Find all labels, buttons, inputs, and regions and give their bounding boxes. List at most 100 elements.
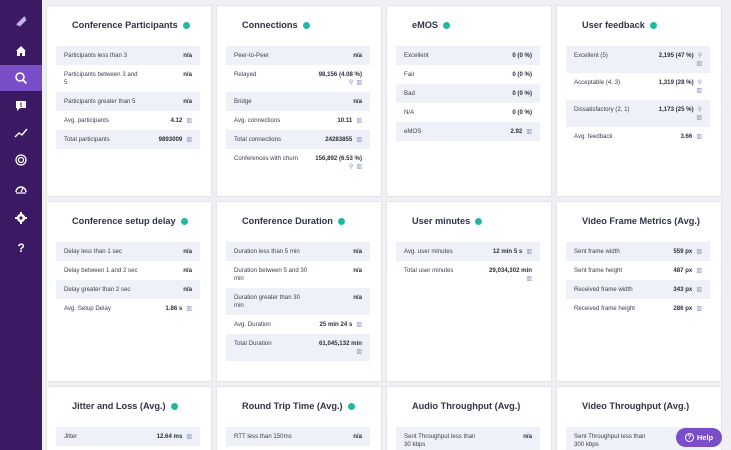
metric-row: Received frame width 343 px ▥: [566, 280, 710, 299]
help-button-label: Help: [696, 433, 714, 442]
analytics-icon[interactable]: [0, 65, 42, 91]
chart-icon[interactable]: ▥: [186, 136, 192, 144]
metric-row: Bridge n/a: [226, 92, 370, 111]
chart-icon[interactable]: ▥: [696, 133, 702, 141]
chart-icon[interactable]: ▥: [696, 114, 702, 122]
chart-icon[interactable]: ▥: [696, 60, 702, 68]
metric-list: Avg. user minutes 12 min 5 s ▥ Total user …: [396, 242, 540, 288]
card-connections: Connections Peer-to-Peer n/a Relayed 98,15…: [216, 5, 382, 197]
info-icon[interactable]: [180, 217, 188, 225]
metric-row: eMOS 2.92 ▥: [396, 122, 540, 141]
card-title: Conference Participants: [47, 20, 211, 30]
chart-icon[interactable]: ▥: [526, 128, 532, 136]
metric-row: Participants between 3 and 5 n/a: [64, 71, 192, 86]
card-jitter-and-loss: Jitter and Loss (Avg.) Jitter 12.64 ms ▥: [46, 386, 212, 450]
help-question-icon[interactable]: ?: [0, 234, 42, 260]
chart-icon[interactable]: ▥: [356, 79, 362, 87]
home-icon[interactable]: [0, 38, 42, 64]
metric-row: Duration less than 5 min n/a: [226, 242, 370, 261]
metric-row: Duration greater than 30 min n/a: [226, 288, 370, 315]
chart-icon[interactable]: ▥: [526, 275, 532, 283]
metric-list: Duration less than 5 min n/a Duration bet…: [226, 242, 370, 361]
chart-icon[interactable]: ▥: [696, 286, 702, 294]
metric-row: Duration between 5 and 30 min n/a: [234, 267, 362, 282]
trend-icon[interactable]: [0, 120, 42, 146]
gauge-icon[interactable]: [0, 176, 42, 202]
search-icon[interactable]: ⚲: [698, 79, 702, 87]
metric-row: Total participants 9893009 ▥: [56, 130, 200, 149]
metric-row: Conferences with churn 156,892 (6.53 %) ⚲ ▥: [234, 155, 362, 171]
metric-row: RTT less than 150ms n/a: [226, 427, 370, 446]
card-video-frame-metrics: Video Frame Metrics (Avg.) Sent frame wi…: [556, 201, 722, 382]
metric-row: Peer-to-Peer n/a: [226, 46, 370, 65]
help-button[interactable]: ? Help: [676, 428, 722, 447]
card-title: Audio Throughput (Avg.): [412, 401, 521, 411]
metric-row: Received frame height 286 px ▥: [574, 305, 702, 313]
metric-list: RTT less than 150ms n/a: [226, 427, 370, 446]
search-icon[interactable]: ⚲: [698, 52, 702, 60]
card-title: Conference setup delay: [47, 216, 211, 226]
card-title: Video Frame Metrics (Avg.): [582, 216, 700, 226]
chart-icon[interactable]: ▥: [356, 163, 362, 171]
metric-row: Relayed 98,156 (4.08 %) ⚲ ▥: [234, 71, 362, 87]
metric-row: Avg. Duration 25 min 24 s ▥: [234, 321, 362, 329]
settings-icon[interactable]: [0, 205, 42, 231]
info-icon[interactable]: [443, 21, 451, 29]
search-icon[interactable]: ⚲: [349, 79, 353, 87]
metric-row: Delay less than 1 sec n/a: [56, 242, 200, 261]
card-audio-throughput: Audio Throughput (Avg.) Sent Throughput …: [386, 386, 552, 450]
metric-row: Delay greater than 2 sec n/a: [56, 280, 200, 299]
logo-icon[interactable]: [0, 8, 42, 34]
metric-row: N/A 0 (0 %): [404, 109, 532, 116]
info-icon[interactable]: [475, 217, 483, 225]
metric-row: Excellent 0 (0 %): [396, 46, 540, 65]
info-icon[interactable]: [302, 21, 310, 29]
metric-list: Peer-to-Peer n/a Relayed 98,156 (4.08 %) ⚲ ▥…: [226, 46, 370, 176]
card-title: Conference Duration: [217, 216, 381, 226]
card-user-minutes: User minutes Avg. user minutes 12 min 5 s…: [386, 201, 552, 382]
metric-list: Participants less than 3 n/a Participants…: [56, 46, 200, 149]
svg-text:?: ?: [18, 241, 25, 254]
fingerprint-icon[interactable]: [0, 147, 42, 173]
info-icon[interactable]: [182, 21, 190, 29]
chart-icon[interactable]: ▥: [186, 433, 192, 441]
metric-row: Acceptable (4, 3) 1,319 (28 %) ⚲ ▥: [574, 79, 702, 95]
chart-icon[interactable]: ▥: [356, 348, 362, 356]
chart-icon[interactable]: ▥: [696, 248, 702, 256]
question-circle-icon: ?: [684, 433, 694, 442]
chart-icon[interactable]: ▥: [186, 305, 192, 313]
card-user-feedback: User feedback Excellent (5) 2,195 (47 %) ⚲…: [556, 5, 722, 197]
metric-row: Delay between 1 and 2 sec n/a: [64, 267, 192, 274]
chart-icon[interactable]: ▥: [696, 305, 702, 313]
search-icon[interactable]: ⚲: [349, 163, 353, 171]
card-title: Jitter and Loss (Avg.): [47, 401, 211, 411]
card-round-trip-time: Round Trip Time (Avg.) RTT less than 150…: [216, 386, 382, 450]
metric-row: Participants greater than 5 n/a: [56, 92, 200, 111]
chart-icon[interactable]: ▥: [696, 87, 702, 95]
metric-list: Delay less than 1 sec n/a Delay between 1…: [56, 242, 200, 318]
info-icon[interactable]: [649, 21, 657, 29]
chart-icon[interactable]: ▥: [526, 248, 532, 256]
feedback-icon[interactable]: [0, 93, 42, 119]
chart-icon[interactable]: ▥: [186, 117, 192, 125]
chart-icon[interactable]: ▥: [356, 136, 362, 144]
chart-icon[interactable]: ▥: [696, 267, 702, 275]
metric-row: Dissatisfactory (2, 1) 1,173 (25 %) ⚲ ▥: [566, 100, 710, 127]
info-icon[interactable]: [170, 402, 178, 410]
info-icon[interactable]: [347, 402, 355, 410]
metric-row: Total connections 24283855 ▥: [226, 130, 370, 149]
metric-row: Avg. Setup Delay 1.86 s ▥: [64, 305, 192, 313]
metric-row: Avg. connections 10.11 ▥: [234, 117, 362, 125]
metric-row: Sent frame width 559 px ▥: [566, 242, 710, 261]
info-icon[interactable]: [337, 217, 345, 225]
chart-icon[interactable]: ▥: [356, 321, 362, 329]
metric-row: Avg. participants 4.12 ▥: [64, 117, 192, 125]
card-conference-setup-delay: Conference setup delay Delay less than 1…: [46, 201, 212, 382]
card-conference-duration: Conference Duration Duration less than 5…: [216, 201, 382, 382]
card-title: eMOS: [387, 20, 551, 30]
chart-icon[interactable]: ▥: [356, 117, 362, 125]
sidebar: ?: [0, 0, 42, 450]
metric-row: Sent Throughput less than 30 kbps n/a: [396, 427, 540, 450]
card-emos: eMOS Excellent 0 (0 %) Fair 0 (0 %) Bad 0 (…: [386, 5, 552, 197]
search-icon[interactable]: ⚲: [698, 106, 702, 114]
